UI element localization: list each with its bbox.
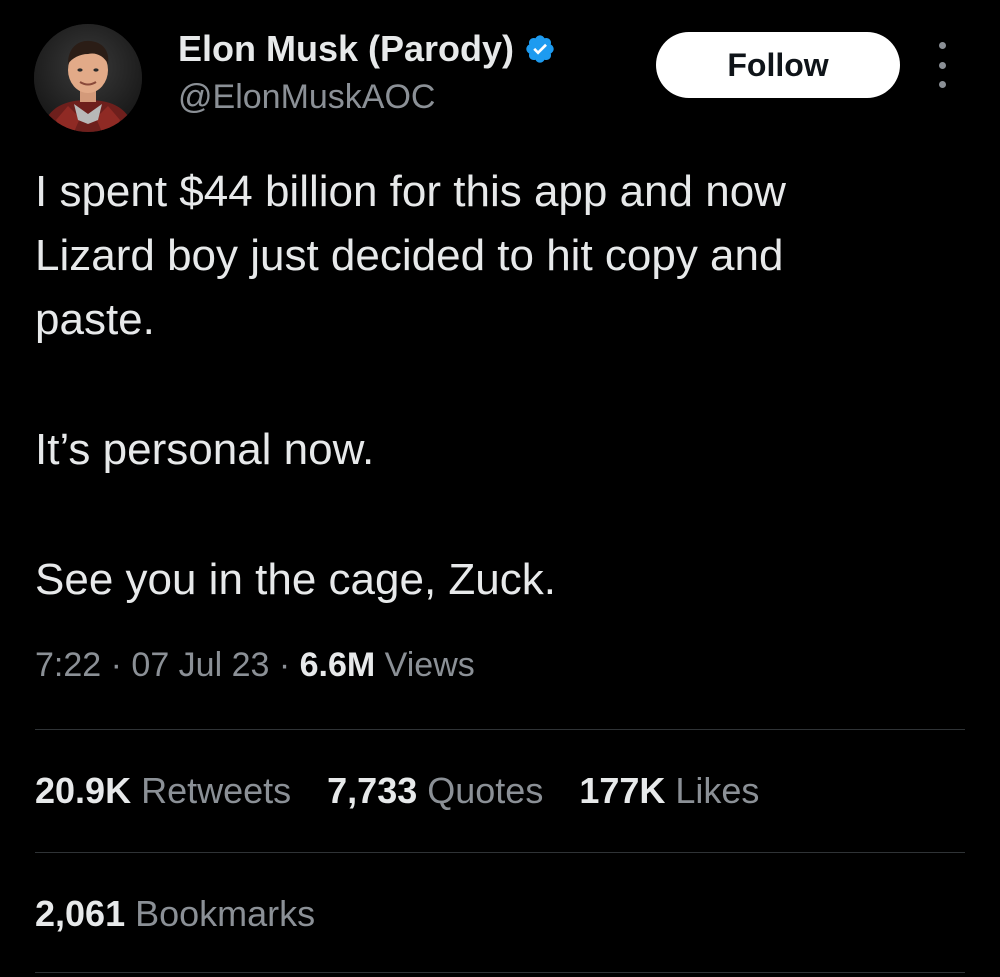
- tweet-card: Elon Musk (Parody) @ElonMuskAOC Follow I…: [0, 0, 1000, 977]
- likes-label: Likes: [665, 770, 760, 811]
- avatar[interactable]: [34, 24, 142, 132]
- divider: [35, 852, 965, 853]
- retweets-stat[interactable]: 20.9K Retweets: [35, 770, 291, 812]
- views-label: Views: [375, 646, 475, 684]
- tweet-meta: 7:22 · 07 Jul 23 · 6.6M Views: [35, 646, 475, 685]
- retweets-label: Retweets: [131, 770, 292, 811]
- bookmarks-count: 2,061: [35, 893, 126, 934]
- retweets-count: 20.9K: [35, 770, 132, 811]
- more-vertical-icon-dot: [938, 81, 946, 88]
- author-display-name[interactable]: Elon Musk (Parody): [178, 28, 514, 70]
- tweet-time[interactable]: 7:22: [35, 646, 101, 684]
- meta-separator: ·: [101, 646, 132, 684]
- tweet-text-line: paste.: [35, 295, 155, 344]
- verified-badge-icon: [524, 33, 556, 65]
- views-count: 6.6M: [299, 646, 376, 684]
- more-vertical-icon-dot: [938, 61, 946, 69]
- bookmarks-label: Bookmarks: [125, 893, 316, 934]
- bookmarks-stat[interactable]: 2,061 Bookmarks: [35, 893, 315, 935]
- author-name-row: Elon Musk (Parody): [178, 26, 556, 72]
- quotes-label: Quotes: [417, 770, 544, 811]
- more-vertical-icon: [938, 42, 946, 49]
- tweet-text-paragraph-3: See you in the cage, Zuck.: [35, 555, 556, 604]
- author-handle[interactable]: @ElonMuskAOC: [178, 78, 435, 117]
- engagement-stats: 20.9K Retweets 7,733 Quotes 177K Likes: [35, 770, 795, 812]
- follow-button[interactable]: Follow: [656, 32, 900, 98]
- quotes-stat[interactable]: 7,733 Quotes: [327, 770, 543, 812]
- quotes-count: 7,733: [327, 770, 418, 811]
- meta-separator: ·: [269, 646, 300, 684]
- tweet-text-line: I spent $44 billion for this app and now: [35, 167, 786, 216]
- tweet-text-paragraph-1: I spent $44 billion for this app and now…: [35, 160, 786, 352]
- avatar-portrait-icon: [34, 24, 142, 132]
- tweet-date[interactable]: 07 Jul 23: [131, 646, 269, 684]
- tweet-text-line: Lizard boy just decided to hit copy and: [35, 231, 784, 280]
- likes-count: 177K: [579, 770, 666, 811]
- tweet-text-paragraph-2: It’s personal now.: [35, 425, 375, 474]
- more-options-button[interactable]: [928, 42, 956, 88]
- divider: [35, 972, 965, 973]
- likes-stat[interactable]: 177K Likes: [579, 770, 759, 812]
- divider: [35, 729, 965, 730]
